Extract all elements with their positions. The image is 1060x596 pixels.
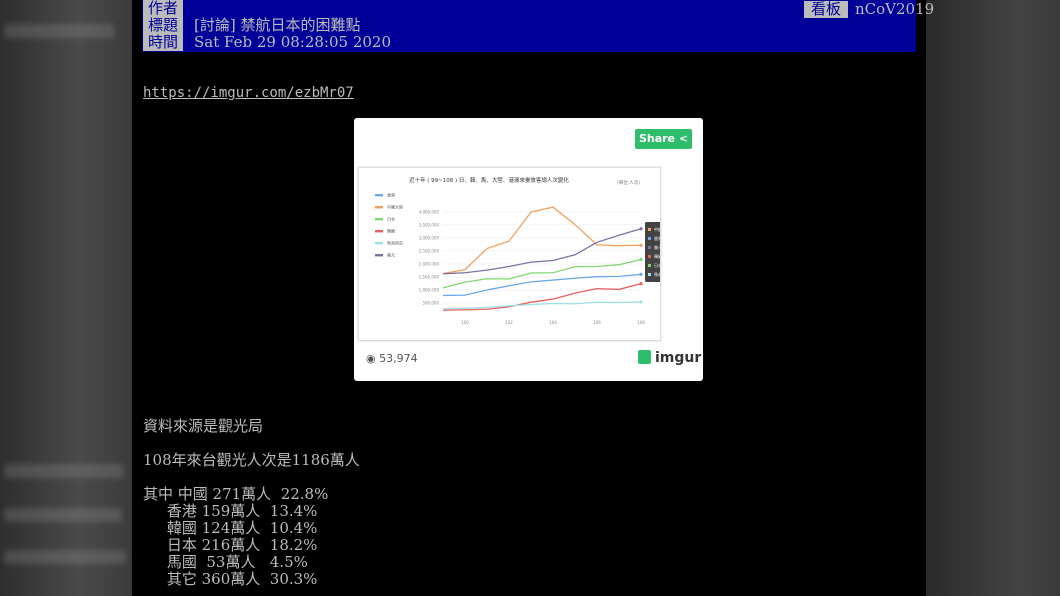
article-header: 作者 標題 時間 [討論] 禁航日本的困難點 Sat Feb 29 08:28:…	[142, 0, 934, 52]
line-chart: 近十年 ( 99~108 ) 日、韓、馬、大陸、港澳來臺旅客總人次變化 (單位:人…	[375, 176, 701, 325]
chart-image: 近十年 ( 99~108 ) 日、韓、馬、大陸、港澳來臺旅客總人次變化 (單位:人…	[358, 167, 701, 341]
legend-swatch	[375, 206, 383, 209]
article-title: [討論] 禁航日本的困難點	[194, 16, 361, 34]
series-endpoint	[639, 227, 643, 231]
board-name[interactable]: nCoV2019	[855, 1, 934, 18]
share-button[interactable]: Share <	[635, 129, 692, 149]
series-endpoint	[639, 300, 643, 304]
series-line	[442, 273, 642, 297]
title-label: 標題	[143, 17, 183, 34]
legend-label: 韓國	[387, 228, 395, 234]
tooltip-swatch	[648, 273, 651, 276]
x-tick-label: 106	[593, 320, 601, 325]
source-line: 資料來源是觀光局	[143, 417, 264, 435]
y-tick-label: 3,500,000	[419, 222, 440, 227]
imgur-logo-icon	[638, 350, 651, 364]
blurred-text	[4, 464, 124, 478]
series-endpoint	[639, 243, 643, 247]
series-line	[442, 283, 642, 311]
legend-swatch	[375, 230, 383, 233]
series-line	[442, 206, 642, 275]
imgur-link[interactable]: https://imgur.com/ezbMr07	[143, 85, 354, 101]
y-tick-label: 2,000,000	[419, 261, 440, 266]
tooltip-swatch	[648, 246, 651, 249]
legend-swatch	[375, 242, 383, 245]
y-tick-label: 4,000,000	[419, 209, 440, 214]
legend-label: 馬來西亞	[387, 240, 403, 246]
x-tick-label: 108	[637, 320, 645, 325]
x-tick-label: 100	[461, 320, 469, 325]
series-endpoint	[639, 282, 643, 286]
y-tick-label: 3,000,000	[419, 235, 440, 240]
board-label: 看板	[804, 1, 848, 18]
legend-label: 美元	[387, 252, 395, 258]
tooltip-swatch	[648, 255, 651, 258]
view-count-value: 53,974	[379, 352, 418, 365]
blurred-text	[4, 550, 126, 564]
tooltip-entry: 馬來西亞: 537,692	[654, 271, 660, 277]
view-count: ◉ 53,974	[366, 352, 418, 365]
legend-swatch	[375, 218, 383, 221]
legend-swatch	[375, 254, 383, 257]
tooltip-entry: 美元: 3,600,575	[654, 244, 660, 250]
legend-swatch	[375, 194, 383, 197]
right-backdrop	[926, 0, 1060, 596]
legend-label: 日本	[387, 216, 395, 222]
blurred-text	[4, 24, 114, 38]
series-endpoint	[639, 272, 643, 276]
x-tick-label: 104	[549, 320, 557, 325]
legend-label: 香港	[387, 192, 395, 198]
ptt-article: 作者 標題 時間 [討論] 禁航日本的困難點 Sat Feb 29 08:28:…	[132, 0, 934, 596]
tooltip-swatch	[648, 228, 651, 231]
tooltip-swatch	[648, 264, 651, 267]
y-tick-label: 500,000	[422, 300, 439, 305]
tooltip-swatch	[648, 237, 651, 240]
y-tick-label: 1,000,000	[419, 287, 440, 292]
total-line: 108年來台觀光人次是1186萬人	[143, 451, 360, 469]
stats-block: 其中 中國 271萬人 22.8% 香港 159萬人 13.4% 韓國 124萬…	[143, 485, 329, 588]
author-label: 作者	[143, 0, 183, 17]
imgur-embed-card[interactable]: Share < 近十年 ( 99~108 ) 日、韓、馬、大陸、港澳來臺旅客總人…	[354, 118, 703, 381]
chart-unit-note: (單位:人次)	[617, 179, 640, 186]
imgur-wordmark: imgur	[655, 350, 702, 366]
series-line	[442, 228, 642, 275]
x-tick-label: 102	[505, 320, 513, 325]
imgur-brand[interactable]: imgur	[638, 350, 701, 366]
y-tick-label: 1,500,000	[419, 274, 440, 279]
blurred-text	[4, 508, 122, 522]
eye-icon: ◉	[366, 352, 376, 365]
left-backdrop	[0, 0, 132, 596]
chart-title: 近十年 ( 99~108 ) 日、韓、馬、大陸、港澳來臺旅客總人次變化	[409, 176, 569, 184]
tooltip-entry: 中國大陸: 2,714,065	[654, 226, 660, 232]
article-time: Sat Feb 29 08:28:05 2020	[194, 33, 392, 51]
tooltip-entry: 韓國: 1,242,598	[654, 253, 660, 259]
tooltip-entry: 香港: 1,598,235	[654, 235, 660, 241]
time-label: 時間	[143, 34, 183, 51]
legend-label: 中國大陸	[387, 204, 403, 210]
y-tick-label: 2,500,000	[419, 248, 440, 253]
series-endpoint	[639, 257, 643, 262]
tooltip-entry: 日本: 2,167,952	[654, 262, 660, 268]
